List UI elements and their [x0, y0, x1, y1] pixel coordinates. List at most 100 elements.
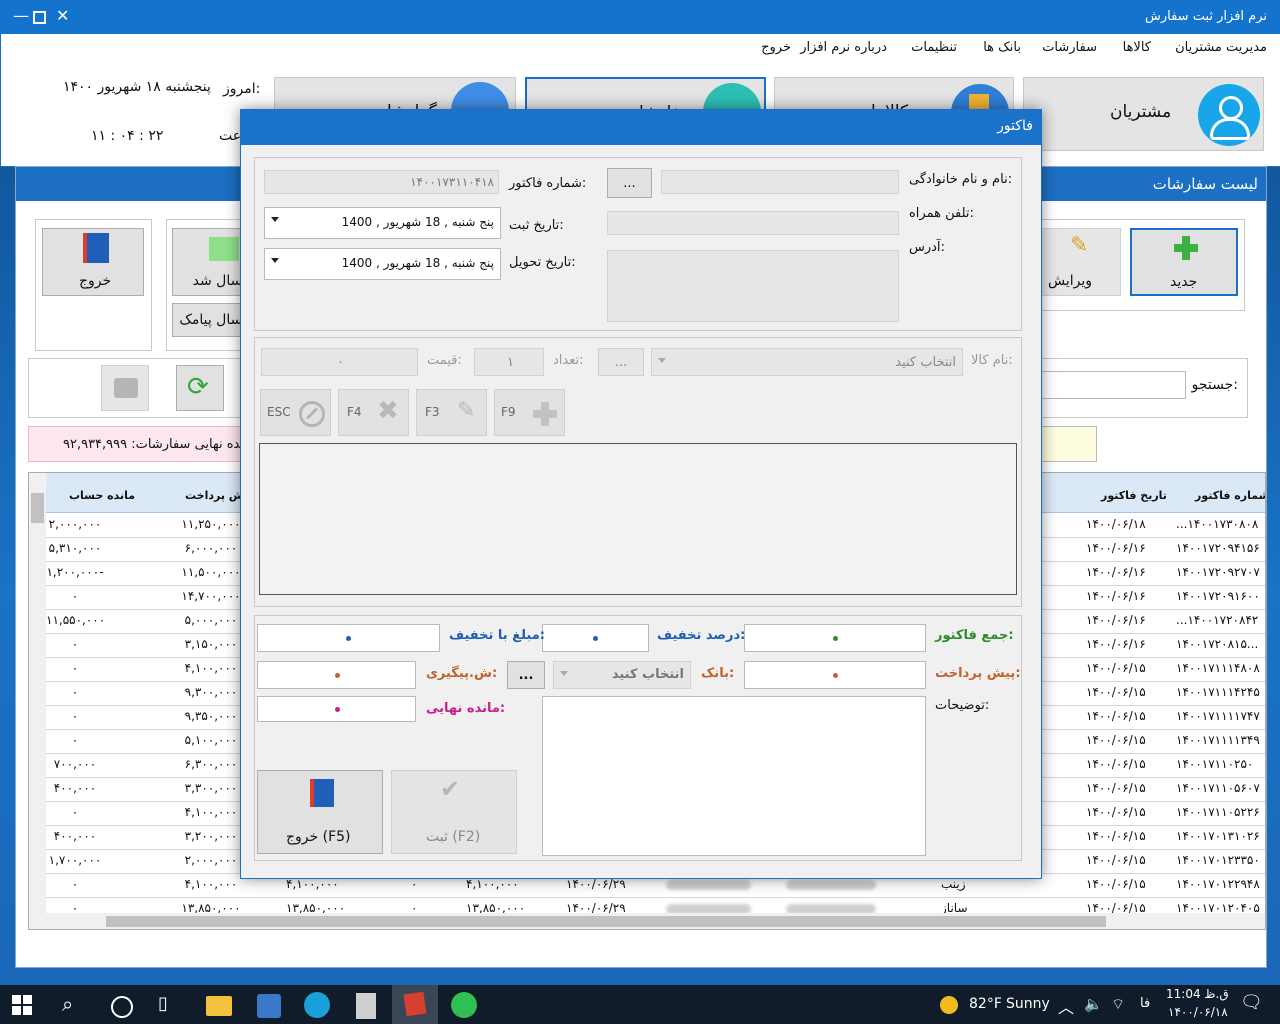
close-button[interactable]: —: [13, 6, 29, 25]
price-input[interactable]: ۰: [261, 348, 418, 376]
new-order-button[interactable]: جدید: [1130, 228, 1238, 296]
cell-invoice-no: ...۱۴۰۰۱۷۳۰۸۰۸: [1176, 517, 1259, 531]
reg-date-label: تاریخ ثبت:: [509, 218, 564, 233]
language-indicator[interactable]: فا: [1140, 996, 1150, 1011]
add-item-button[interactable]: F9: [494, 389, 565, 436]
menu-products[interactable]: کالاها: [1123, 40, 1151, 55]
discounted-input[interactable]: [257, 624, 440, 652]
cell-invoice-date: ۱۴۰۰/۰۶/۱۵: [1086, 661, 1146, 675]
balance-summary: مانده نهایی سفارشات: ۹۲,۹۳۴,۹۹۹: [63, 437, 255, 452]
reg-date-picker[interactable]: پنج شنبه , 18 شهریور , 1400: [264, 207, 501, 239]
task-view-icon[interactable]: ▯: [158, 993, 168, 1014]
qty-input[interactable]: ۱: [474, 348, 544, 376]
status-green-icon: [209, 237, 239, 261]
address-input[interactable]: [607, 250, 899, 322]
menu-customers[interactable]: مدیریت مشتریان: [1175, 40, 1267, 55]
calculator-icon[interactable]: [356, 993, 376, 1019]
mobile-input[interactable]: [607, 211, 899, 235]
customer-name-input[interactable]: [661, 170, 899, 194]
search-icon[interactable]: ⌕: [62, 992, 73, 1016]
network-icon[interactable]: ⌔: [1111, 995, 1125, 1014]
tracking-input[interactable]: [257, 661, 416, 689]
tile-customers[interactable]: مشتریان: [1023, 77, 1264, 151]
exit-button[interactable]: خروج (F5): [257, 770, 383, 854]
discount-pct-input[interactable]: [542, 624, 649, 652]
delete-x-icon: ✖: [377, 396, 399, 426]
clock-time[interactable]: ق.ظ 11:04: [1166, 987, 1229, 1001]
printer-icon: [114, 378, 138, 398]
speaker-icon[interactable]: 🔈: [1084, 995, 1103, 1013]
weather-desc[interactable]: Sunny: [1006, 996, 1050, 1012]
invoice-items-grid[interactable]: [259, 443, 1017, 595]
save-label: ثبت (F2): [426, 829, 481, 845]
cell-invoice-date: ۱۴۰۰/۰۶/۱۶: [1086, 541, 1146, 555]
refresh-button[interactable]: ⟳: [176, 365, 224, 411]
close-icon[interactable]: ✕: [56, 6, 69, 25]
orders-exit-button[interactable]: خروج: [42, 228, 144, 296]
customer-browse-button[interactable]: ...: [607, 168, 652, 198]
final-label: مانده نهایی:: [426, 701, 506, 716]
qty-value: ۱: [507, 355, 514, 370]
delivery-date-picker[interactable]: پنج شنبه , 18 شهریور , 1400: [264, 248, 501, 280]
notification-icon[interactable]: 🗨: [1240, 992, 1263, 1013]
cell-invoice-date: ۱۴۰۰/۰۶/۱۵: [1086, 757, 1146, 771]
pencil-icon: ✎: [1070, 233, 1089, 258]
menu-banks[interactable]: بانک ها: [983, 40, 1021, 55]
cancel-item-button[interactable]: ESC: [260, 389, 331, 436]
prepay-value-dot: [833, 673, 838, 678]
clock-date[interactable]: ۱۴۰۰/۰۶/۱۸: [1168, 1005, 1228, 1019]
grid-vscroll[interactable]: [29, 473, 46, 929]
door-exit-icon: [310, 779, 334, 807]
order-app-icon[interactable]: [392, 985, 438, 1024]
delete-item-button[interactable]: F4 ✖: [338, 389, 409, 436]
cell-balance: ۰: [71, 685, 79, 699]
invoice-no-label: شماره فاکتور:: [509, 176, 587, 191]
menu-orders[interactable]: سفارشات: [1042, 40, 1097, 55]
invoice-no-input[interactable]: ۱۴۰۰۱۷۳۱۱۰۴۱۸: [264, 170, 499, 194]
search-input[interactable]: [1041, 371, 1186, 399]
windows-start-icon[interactable]: [12, 995, 32, 1015]
maximize-button[interactable]: [33, 11, 46, 24]
price-value: ۰: [337, 355, 344, 370]
product-browse-button[interactable]: ...: [598, 348, 644, 376]
app-icon[interactable]: [257, 994, 281, 1018]
cell-invoice-no: ...۱۴۰۰۱۷۲۰۸۴۲: [1176, 613, 1259, 627]
edit-key-label: F3: [425, 405, 440, 419]
prepay-input[interactable]: [744, 661, 926, 689]
edit-item-button[interactable]: F3 ✎: [416, 389, 487, 436]
cell-invoice-date: ۱۴۰۰/۰۶/۱۶: [1086, 637, 1146, 651]
tracking-value-dot: [335, 673, 340, 678]
weather-temp[interactable]: 82°F: [969, 996, 1002, 1012]
file-explorer-icon[interactable]: [206, 996, 232, 1016]
plus-icon: [533, 402, 557, 426]
cortana-icon[interactable]: [111, 996, 133, 1018]
edge-icon[interactable]: [304, 992, 330, 1018]
bank-select[interactable]: انتخاب کنید: [553, 661, 691, 689]
col-invoice-date[interactable]: تاریخ فاکتور: [1101, 489, 1167, 502]
cell-invoice-date: ۱۴۰۰/۰۶/۱۵: [1086, 709, 1146, 723]
cell-balance: ۲,۰۰۰,۰۰۰: [48, 517, 102, 531]
sum-input[interactable]: [744, 624, 926, 652]
cell-customer-name: زینب: [941, 877, 966, 891]
edit-order-button[interactable]: ✎ ویرایش: [1041, 228, 1121, 296]
product-select[interactable]: انتخاب کنید: [651, 348, 963, 376]
notes-textarea[interactable]: [542, 696, 926, 856]
whatsapp-icon[interactable]: [451, 992, 477, 1018]
mobile-label: تلفن همراه:: [909, 206, 974, 221]
grid-hscroll[interactable]: [46, 913, 1265, 929]
chevron-up-icon[interactable]: ︿: [1058, 994, 1074, 1018]
menu-settings[interactable]: تنظیمات: [911, 40, 957, 55]
delivery-date-value: پنج شنبه , 18 شهریور , 1400: [341, 256, 494, 270]
bank-browse-button[interactable]: ...: [507, 661, 545, 689]
col-invoice-no[interactable]: شماره فاکتور: [1195, 489, 1265, 502]
save-button[interactable]: ✔ ثبت (F2): [391, 770, 517, 854]
col-balance[interactable]: مانده حساب: [69, 489, 135, 502]
discounted-label: مبلغ با تخفیف:: [449, 628, 545, 643]
print-button[interactable]: [101, 365, 149, 411]
menu-exit[interactable]: خروج: [761, 40, 791, 55]
cell-invoice-no: ۱۴۰۰۱۷۱۱۰۵۶۰۷: [1176, 781, 1260, 795]
today-value: پنجشنبه ۱۸ شهریور ۱۴۰۰: [63, 79, 211, 95]
final-input[interactable]: [257, 696, 416, 722]
cell-invoice-no: ۱۴۰۰۱۷۱۱۰۵۲۲۶: [1176, 805, 1260, 819]
menu-about[interactable]: درباره نرم افزار: [800, 40, 887, 55]
